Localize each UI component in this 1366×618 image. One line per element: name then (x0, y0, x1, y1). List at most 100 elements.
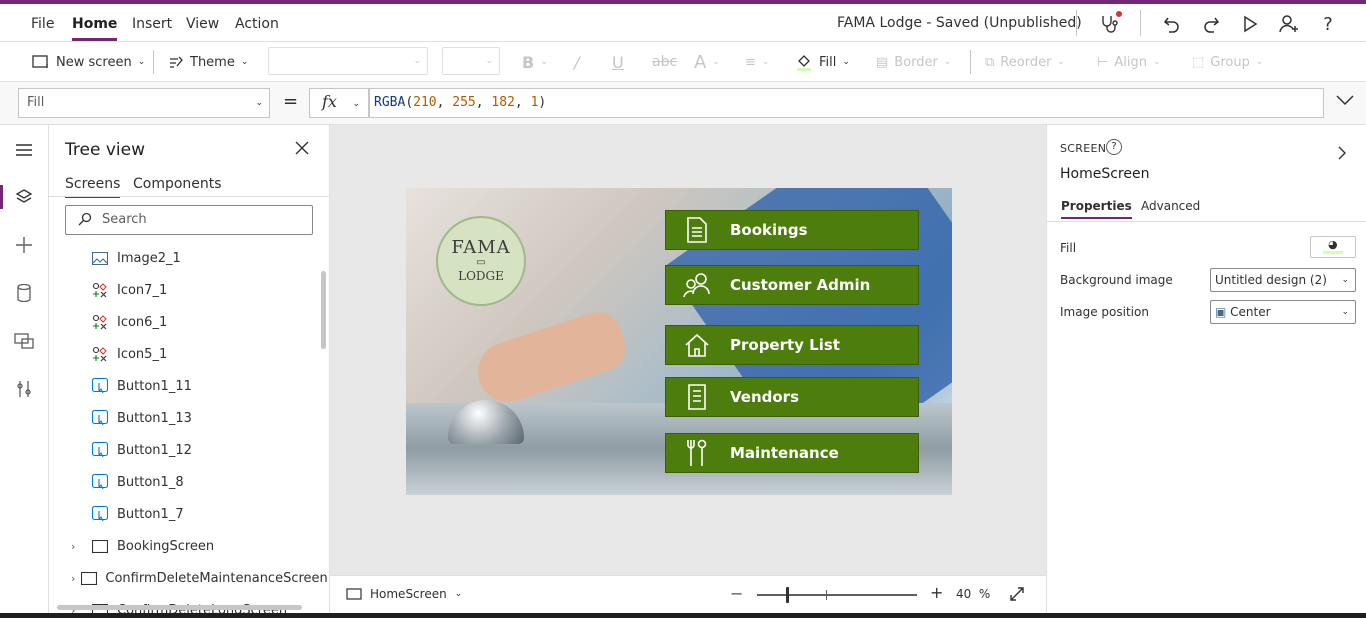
fit-to-window-icon[interactable] (1009, 586, 1025, 606)
icon-control-icon (91, 282, 109, 298)
vertical-scrollbar[interactable] (321, 271, 326, 349)
app-nav-button[interactable]: Maintenance (665, 433, 919, 473)
ribbon-toolbar: New screen ⌄ Theme ⌄ ⌄ ⌄ B ⌄ / U abc A ⌄ ≡… (0, 42, 1366, 82)
menu-insert[interactable]: Insert (132, 16, 172, 32)
tree-item[interactable]: Icon5_1 (49, 338, 319, 370)
fill-button[interactable]: Fill ⌄ (795, 52, 850, 72)
control-name[interactable]: HomeScreen (1060, 166, 1149, 182)
text-align-button[interactable]: ≡ ⌄ (745, 52, 769, 72)
divider (153, 50, 154, 74)
screen-icon (32, 55, 48, 68)
underline-icon[interactable]: U (612, 52, 624, 72)
formula-input[interactable]: RGBA(210, 255, 182, 1) (369, 88, 1324, 118)
close-icon[interactable] (295, 141, 309, 159)
background-hand (470, 306, 632, 410)
menu-bar: File Home Insert View Action FAMA Lodge … (0, 4, 1366, 42)
tree-item[interactable]: › BookingScreen (49, 530, 319, 562)
chevron-down-icon: ⌄ (1341, 275, 1349, 285)
app-nav-button[interactable]: Vendors (665, 377, 919, 417)
theme-button[interactable]: Theme ⌄ (168, 52, 248, 72)
menu-home[interactable]: Home (72, 16, 118, 41)
tree-item[interactable]: Icon7_1 (49, 274, 319, 306)
tree-item[interactable]: Button1_13 (49, 402, 319, 434)
reorder-button[interactable]: ⧉ Reorder ⌄ (985, 52, 1065, 72)
chevron-down-icon: ⌄ (240, 57, 249, 67)
app-nav-button[interactable]: Bookings (665, 210, 919, 250)
button-icon (91, 410, 109, 426)
search-input[interactable]: Search (65, 205, 313, 235)
fill-color-swatch (1323, 251, 1343, 254)
hamburger-menu-icon[interactable] (12, 138, 36, 162)
background-image-value: Untitled design (2) (1215, 273, 1327, 287)
tree-item[interactable]: Button1_11 (49, 370, 319, 402)
chevron-right-icon[interactable]: › (71, 540, 85, 553)
share-user-icon[interactable] (1277, 12, 1301, 36)
tab-properties[interactable]: Properties (1061, 199, 1132, 219)
menu-action[interactable]: Action (235, 16, 279, 32)
fama-lodge-logo[interactable]: FAMA ▭ LODGE (436, 216, 526, 306)
fx-button[interactable]: fx ⌄ (309, 88, 369, 118)
menu-view[interactable]: View (186, 16, 219, 32)
chevron-right-icon[interactable] (1337, 145, 1347, 165)
play-icon[interactable] (1238, 12, 1262, 36)
screen-selector[interactable]: HomeScreen ⌄ (346, 587, 462, 601)
fill-color-picker[interactable]: ◕ (1310, 236, 1356, 258)
app-screen-preview[interactable]: FAMA ▭ LODGE Bookings Customer Admin Prope… (406, 188, 952, 495)
background-image-dropdown[interactable]: Untitled design (2) ⌄ (1210, 268, 1356, 292)
expand-formula-icon[interactable] (1336, 94, 1354, 110)
tree-item[interactable]: Button1_7 (49, 498, 319, 530)
group-button[interactable]: ⬚ Group ⌄ (1192, 52, 1263, 72)
button-icon (91, 474, 109, 490)
help-icon[interactable]: ? (1106, 139, 1122, 155)
border-label: Border (894, 54, 938, 70)
layers-icon[interactable] (12, 185, 36, 209)
tab-components[interactable]: Components (133, 176, 222, 192)
tree-item[interactable]: › ConfirmDeleteMaintenanceScreen (49, 562, 328, 594)
data-cylinder-icon[interactable] (12, 281, 36, 305)
bold-button[interactable]: B ⌄ (522, 52, 548, 72)
app-nav-button[interactable]: Customer Admin (665, 265, 919, 305)
tree-item[interactable]: Image2_1 (49, 242, 319, 274)
horizontal-scrollbar[interactable] (57, 605, 302, 610)
zoom-out-icon[interactable]: − (730, 584, 743, 603)
tab-screens[interactable]: Screens (65, 176, 121, 198)
zoom-in-icon[interactable]: + (930, 583, 943, 602)
stethoscope-icon[interactable] (1097, 11, 1122, 36)
formula-arg-green: 255 (452, 95, 476, 110)
align-button[interactable]: ⊢ Align ⌄ (1097, 52, 1160, 72)
chevron-right-icon[interactable]: › (71, 572, 75, 585)
chevron-down-icon: ⌄ (1152, 57, 1161, 67)
tree-item[interactable]: Button1_12 (49, 434, 319, 466)
font-color-button[interactable]: A ⌄ (694, 52, 720, 73)
advanced-tools-icon[interactable] (12, 377, 36, 401)
strikethrough-icon[interactable]: abc (652, 52, 677, 72)
tree-item[interactable]: Button1_8 (49, 466, 319, 498)
tree-item[interactable]: Icon6_1 (49, 306, 319, 338)
redo-icon[interactable] (1199, 12, 1223, 36)
font-family-dropdown[interactable]: ⌄ (268, 47, 428, 75)
media-icon[interactable] (12, 329, 36, 353)
property-dropdown[interactable]: Fill ⌄ (18, 88, 270, 118)
new-screen-label: New screen (56, 54, 132, 70)
new-screen-button[interactable]: New screen ⌄ (32, 52, 145, 72)
insert-plus-icon[interactable] (12, 233, 36, 257)
tab-advanced[interactable]: Advanced (1141, 199, 1200, 213)
screen-icon (91, 538, 109, 554)
app-nav-button[interactable]: Property List (665, 325, 919, 365)
italic-icon[interactable]: / (574, 52, 579, 72)
icon-control-icon (91, 314, 109, 330)
zoom-slider[interactable] (757, 594, 917, 596)
people-icon (682, 272, 712, 298)
menu-file[interactable]: File (31, 16, 54, 32)
zoom-number: 40 (956, 587, 972, 601)
help-icon[interactable]: ? (1316, 12, 1340, 36)
list-document-icon (682, 384, 712, 410)
font-size-dropdown[interactable]: ⌄ (442, 47, 500, 75)
image-position-dropdown[interactable]: ▣ Center ⌄ (1210, 300, 1356, 324)
chevron-down-icon: ⌄ (454, 589, 463, 599)
undo-icon[interactable] (1160, 12, 1184, 36)
properties-panel: SCREEN ? HomeScreen Properties Advanced … (1046, 125, 1366, 613)
formula-arg-blue: 182 (491, 95, 515, 110)
zoom-slider-thumb[interactable] (786, 587, 789, 603)
border-button[interactable]: ▤ Border ⌄ (876, 52, 951, 72)
